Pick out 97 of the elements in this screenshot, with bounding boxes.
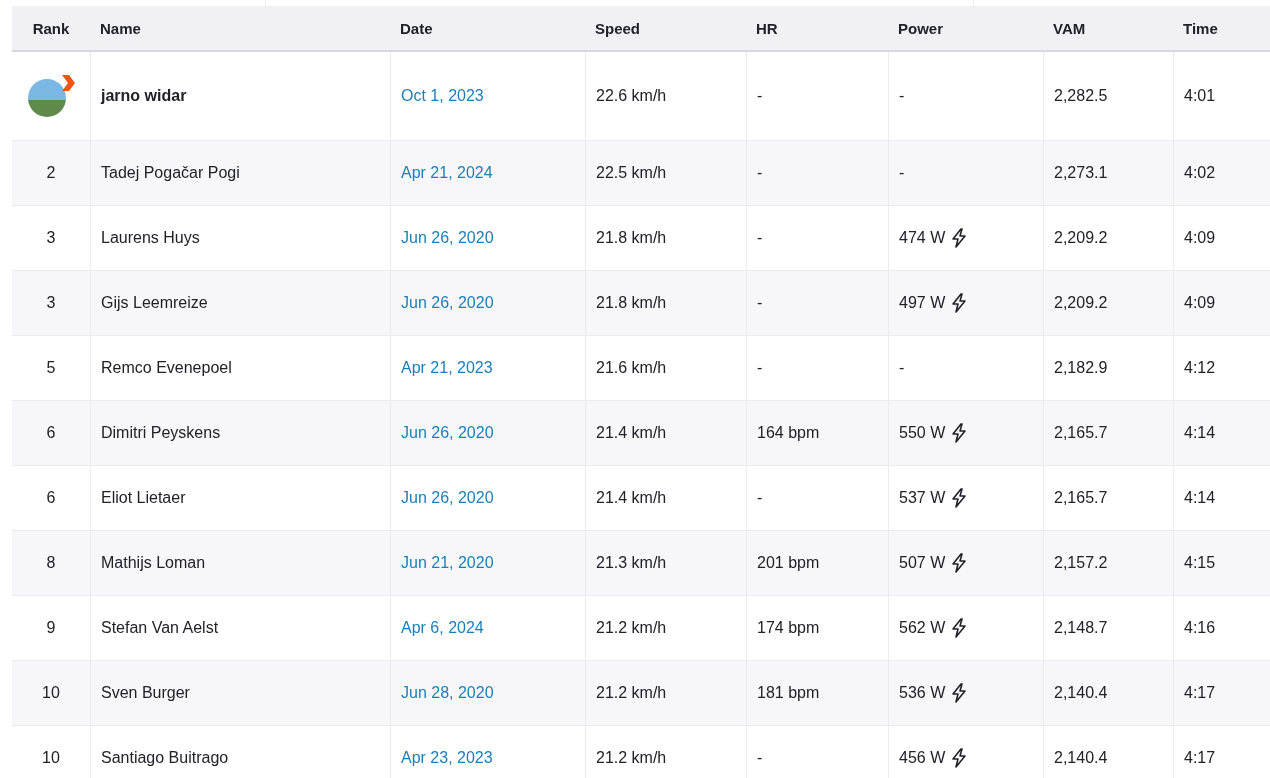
speed-value: 21.6 km/h: [596, 359, 667, 377]
power-value: 507 W: [899, 554, 946, 572]
power-value: 474 W: [899, 229, 946, 247]
athlete-name[interactable]: Santiago Buitrago: [101, 749, 229, 767]
heart-rate-value: 201 bpm: [757, 554, 820, 572]
heart-rate-value: 174 bpm: [757, 619, 820, 637]
time-value: 4:17: [1184, 684, 1216, 702]
power-value: 537 W: [899, 489, 946, 507]
date-link[interactable]: Apr 6, 2024: [401, 619, 484, 637]
vam-value: 2,165.7: [1054, 424, 1108, 442]
speed-value: 21.3 km/h: [596, 554, 667, 572]
power-value: 497 W: [899, 294, 946, 312]
vam-value: 2,165.7: [1054, 489, 1108, 507]
athlete-name[interactable]: Sven Burger: [101, 684, 190, 702]
power-value: 562 W: [899, 619, 946, 637]
time-value: 4:09: [1184, 229, 1216, 247]
athlete-name[interactable]: Laurens Huys: [101, 229, 200, 247]
speed-value: 21.8 km/h: [596, 294, 667, 312]
time-value: 4:14: [1184, 424, 1216, 442]
athlete-name[interactable]: Tadej Pogačar Pogi: [101, 164, 240, 182]
time-value: 4:02: [1184, 164, 1216, 182]
power-value: -: [899, 87, 905, 105]
athlete-name[interactable]: Mathijs Loman: [101, 554, 206, 572]
rank-number: 10: [42, 684, 60, 702]
vam-value: 2,182.9: [1054, 359, 1108, 377]
speed-value: 21.4 km/h: [596, 424, 667, 442]
date-link[interactable]: Apr 21, 2024: [401, 164, 493, 182]
power-value: -: [899, 164, 905, 182]
date-link[interactable]: Apr 23, 2023: [401, 749, 493, 767]
column-header: Power: [897, 19, 943, 37]
rank-number: 5: [46, 359, 56, 377]
time-value: 4:14: [1184, 489, 1216, 507]
avatar-photo: [28, 79, 66, 117]
heart-rate-value: -: [757, 294, 763, 312]
speed-value: 22.5 km/h: [596, 164, 667, 182]
rank-number: 3: [46, 294, 56, 312]
vam-value: 2,209.2: [1054, 229, 1108, 247]
heart-rate-value: -: [757, 749, 763, 767]
column-header: Date: [399, 19, 433, 37]
athlete-name[interactable]: Dimitri Peyskens: [101, 424, 221, 442]
column-header: HR: [755, 19, 778, 37]
speed-value: 21.8 km/h: [596, 229, 667, 247]
athlete-name[interactable]: jarno widar: [101, 87, 187, 105]
heart-rate-value: 181 bpm: [757, 684, 820, 702]
rank-number: 6: [46, 424, 56, 442]
rank-number: 8: [46, 554, 56, 572]
heart-rate-value: -: [757, 87, 763, 105]
column-header: Speed: [594, 19, 640, 37]
vam-value: 2,140.4: [1054, 684, 1108, 702]
vam-value: 2,157.2: [1054, 554, 1108, 572]
speed-value: 21.2 km/h: [596, 749, 667, 767]
date-link[interactable]: Oct 1, 2023: [401, 87, 484, 105]
speed-value: 22.6 km/h: [596, 87, 667, 105]
power-value: 456 W: [899, 749, 946, 767]
column-header: Time: [1182, 19, 1218, 37]
vam-value: 2,148.7: [1054, 619, 1108, 637]
chevron-badge-icon: [59, 75, 75, 91]
date-link[interactable]: Jun 26, 2020: [401, 294, 494, 312]
athlete-name[interactable]: Remco Evenepoel: [101, 359, 232, 377]
date-link[interactable]: Jun 28, 2020: [401, 684, 494, 702]
power-value: -: [899, 359, 905, 377]
vam-value: 2,282.5: [1054, 87, 1108, 105]
rank-number: 3: [46, 229, 56, 247]
rank-number: 2: [46, 164, 56, 182]
rank-number: 9: [46, 619, 56, 637]
time-value: 4:15: [1184, 554, 1216, 572]
column-header: Name: [99, 19, 141, 37]
date-link[interactable]: Jun 26, 2020: [401, 424, 494, 442]
vam-value: 2,273.1: [1054, 164, 1108, 182]
heart-rate-value: -: [757, 229, 763, 247]
time-value: 4:09: [1184, 294, 1216, 312]
speed-value: 21.4 km/h: [596, 489, 667, 507]
time-value: 4:17: [1184, 749, 1216, 767]
date-link[interactable]: Apr 21, 2023: [401, 359, 493, 377]
speed-value: 21.2 km/h: [596, 684, 667, 702]
heart-rate-value: -: [757, 359, 763, 377]
power-value: 536 W: [899, 684, 946, 702]
time-value: 4:12: [1184, 359, 1216, 377]
heart-rate-value: -: [757, 489, 763, 507]
athlete-name[interactable]: Stefan Van Aelst: [101, 619, 219, 637]
heart-rate-value: -: [757, 164, 763, 182]
athlete-name[interactable]: Gijs Leemreize: [101, 294, 208, 312]
power-value: 550 W: [899, 424, 946, 442]
date-link[interactable]: Jun 26, 2020: [401, 489, 494, 507]
time-value: 4:16: [1184, 619, 1216, 637]
vam-value: 2,140.4: [1054, 749, 1108, 767]
rank-number: 10: [42, 749, 60, 767]
column-header: Rank: [32, 19, 70, 37]
rank-number: 6: [46, 489, 56, 507]
date-link[interactable]: Jun 26, 2020: [401, 229, 494, 247]
date-link[interactable]: Jun 21, 2020: [401, 554, 494, 572]
athlete-name[interactable]: Eliot Lietaer: [101, 489, 186, 507]
time-value: 4:01: [1184, 87, 1216, 105]
heart-rate-value: 164 bpm: [757, 424, 820, 442]
speed-value: 21.2 km/h: [596, 619, 667, 637]
column-header: VAM: [1052, 19, 1086, 37]
vam-value: 2,209.2: [1054, 294, 1108, 312]
